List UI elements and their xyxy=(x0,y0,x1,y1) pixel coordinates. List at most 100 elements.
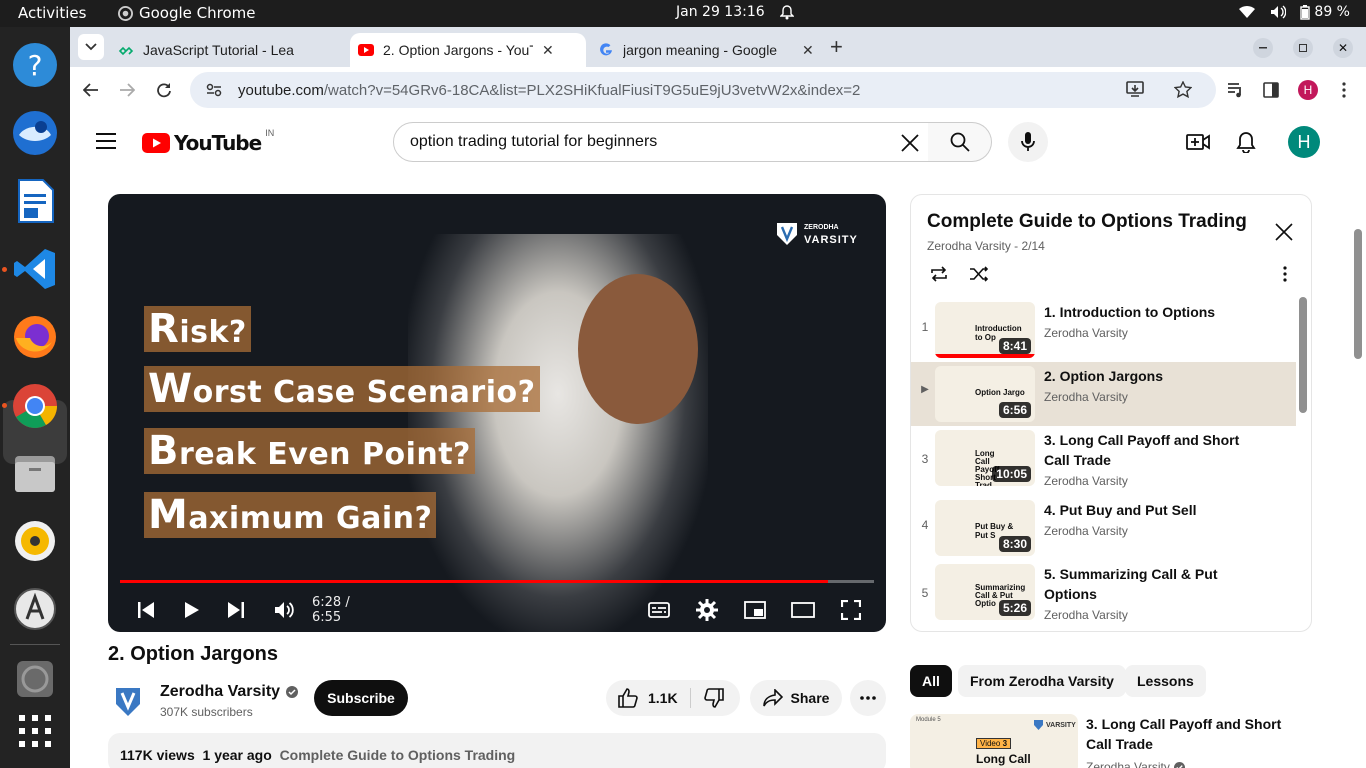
page-scrollbar[interactable] xyxy=(1354,229,1362,359)
watched-bar xyxy=(935,354,1035,358)
previous-button[interactable] xyxy=(132,590,160,630)
shuffle-icon[interactable] xyxy=(969,265,989,283)
tab-option-jargons[interactable]: 2. Option Jargons - YouT ✕ xyxy=(350,33,586,67)
progress-bar[interactable] xyxy=(120,580,874,583)
duration-badge: 5:26 xyxy=(998,600,1031,616)
chrome-app-icon xyxy=(118,5,133,21)
share-button[interactable]: Share xyxy=(750,680,842,716)
clock[interactable]: Jan 29 13:16 xyxy=(676,4,765,20)
more-horizontal-icon xyxy=(860,696,876,700)
miniplayer-button[interactable] xyxy=(741,590,769,630)
playlist-scrollbar[interactable] xyxy=(1299,297,1307,413)
description-box[interactable]: 117K views 1 year ago Complete Guide to … xyxy=(108,733,886,768)
software-center-icon[interactable] xyxy=(11,585,59,633)
profile-avatar[interactable]: H xyxy=(1298,80,1318,100)
chip-lessons[interactable]: Lessons xyxy=(1125,665,1206,697)
install-app-icon[interactable] xyxy=(1126,81,1144,98)
fullscreen-button[interactable] xyxy=(837,590,865,630)
playlist-subtitle: Zerodha Varsity - 2/14 xyxy=(927,239,1045,253)
create-video-icon[interactable] xyxy=(1186,132,1210,152)
site-info-icon[interactable] xyxy=(206,83,222,97)
system-top-bar: Activities Google Chrome Jan 29 13:16 89… xyxy=(0,0,1366,27)
search-input[interactable]: option trading tutorial for beginners xyxy=(393,122,929,162)
channel-row: Zerodha Varsity 307K subscribers Subscri… xyxy=(108,680,888,727)
recommendation-channel[interactable]: Zerodha Varsity xyxy=(1086,760,1185,768)
libreoffice-writer-icon[interactable] xyxy=(11,177,59,225)
channel-avatar[interactable] xyxy=(114,686,142,718)
ubuntu-dock: ? xyxy=(0,27,70,768)
loop-icon[interactable] xyxy=(929,265,949,283)
jargon-line: Risk? xyxy=(144,306,251,352)
tab-close-icon[interactable]: ✕ xyxy=(542,42,554,59)
skip-next-icon xyxy=(228,602,244,618)
youtube-logo-icon xyxy=(142,133,170,153)
subtitles-button[interactable] xyxy=(645,590,673,630)
thunderbird-icon[interactable] xyxy=(11,109,59,157)
subscribe-button[interactable]: Subscribe xyxy=(314,680,408,716)
address-bar[interactable]: youtube.com/watch?v=54GRv6-18CA&list=PLX… xyxy=(190,72,1216,108)
tab-close-icon[interactable]: ✕ xyxy=(802,42,814,59)
tab-search-button[interactable] xyxy=(78,34,104,60)
next-button[interactable] xyxy=(222,590,250,630)
close-playlist-icon[interactable] xyxy=(1275,223,1293,241)
tab-jargon-meaning[interactable]: jargon meaning - Google ✕ xyxy=(590,33,826,67)
play-button[interactable] xyxy=(178,590,206,630)
playlist-menu-icon[interactable] xyxy=(1283,266,1287,282)
tab-strip: JavaScript Tutorial - Lea 2. Option Jarg… xyxy=(70,27,1366,67)
help-icon[interactable]: ? xyxy=(11,41,59,89)
video-player[interactable]: ZERODHA VARSITY Risk? Worst Case Scenari… xyxy=(108,194,886,632)
fullscreen-icon xyxy=(841,600,861,620)
channel-name[interactable]: Zerodha Varsity xyxy=(160,683,299,701)
playlist-title[interactable]: Complete Guide to Options Trading xyxy=(927,211,1247,233)
w3schools-favicon-icon xyxy=(118,46,134,56)
playlist-link[interactable]: Complete Guide to Options Trading xyxy=(280,747,516,763)
activities-button[interactable]: Activities xyxy=(18,4,86,22)
progress-played xyxy=(120,580,828,583)
varsity-brand: ZERODHA VARSITY xyxy=(776,222,858,246)
disk-icon[interactable] xyxy=(11,655,59,703)
settings-button[interactable] xyxy=(693,590,721,630)
bookmark-star-icon[interactable] xyxy=(1174,81,1192,98)
thumbs-down-icon[interactable] xyxy=(704,688,724,708)
chip-from-channel[interactable]: From Zerodha Varsity xyxy=(958,665,1126,697)
reload-icon[interactable] xyxy=(156,82,172,98)
search-button[interactable] xyxy=(928,122,992,162)
playlist-item[interactable]: 4 Put Buy & Put S 8:30 4. Put Buy and Pu… xyxy=(911,496,1296,560)
playlist-item[interactable]: 1 Introduction to Op 8:41 1. Introductio… xyxy=(911,298,1296,362)
rhythmbox-icon[interactable] xyxy=(11,517,59,565)
playlist-item-current[interactable]: ▶ Option Jargo 6:56 2. Option Jargons Ze… xyxy=(911,362,1296,426)
chrome-icon[interactable] xyxy=(11,382,59,430)
maximize-button[interactable] xyxy=(1293,38,1313,58)
back-icon[interactable] xyxy=(83,83,99,97)
playlist-item[interactable]: 5 Summarizing Call & Put Optio 5:26 5. S… xyxy=(911,560,1296,630)
like-button[interactable]: 1.1K xyxy=(618,688,678,708)
chrome-menu-icon[interactable] xyxy=(1342,82,1346,98)
more-actions-button[interactable] xyxy=(850,680,886,716)
show-apps-icon[interactable] xyxy=(11,707,59,755)
account-avatar[interactable]: H xyxy=(1288,126,1320,158)
system-tray[interactable]: 89 % xyxy=(1238,4,1350,20)
notifications-icon[interactable] xyxy=(1236,131,1256,153)
media-controls-icon[interactable] xyxy=(1227,82,1245,98)
voice-search-button[interactable] xyxy=(1008,122,1048,162)
mute-button[interactable] xyxy=(270,590,298,630)
recommendation-title[interactable]: 3. Long Call Payoff and Short Call Trade xyxy=(1086,714,1286,754)
tab-title: 2. Option Jargons - YouT xyxy=(383,42,533,58)
hamburger-menu-icon[interactable] xyxy=(96,133,116,149)
youtube-logo[interactable]: YouTube IN xyxy=(142,128,274,155)
vscode-icon[interactable] xyxy=(11,245,59,293)
forward-icon[interactable] xyxy=(119,83,135,97)
app-menu[interactable]: Google Chrome xyxy=(118,4,256,22)
tab-javascript-tutorial[interactable]: JavaScript Tutorial - Lea xyxy=(110,33,346,67)
chip-all[interactable]: All xyxy=(910,665,952,697)
side-panel-icon[interactable] xyxy=(1263,82,1279,98)
new-tab-button[interactable]: + xyxy=(830,36,843,58)
firefox-icon[interactable] xyxy=(11,313,59,361)
close-window-button[interactable]: ✕ xyxy=(1333,38,1353,58)
theater-mode-button[interactable] xyxy=(789,590,817,630)
recommendation-thumbnail[interactable]: Module 5 VARSITY Video 3 Long Call xyxy=(910,714,1078,768)
clear-search-icon[interactable] xyxy=(900,133,920,153)
minimize-button[interactable] xyxy=(1253,38,1273,58)
files-icon[interactable] xyxy=(11,449,59,497)
playlist-item[interactable]: 3 Long Call Payoff Short Trad 10:05 3. L… xyxy=(911,426,1296,496)
